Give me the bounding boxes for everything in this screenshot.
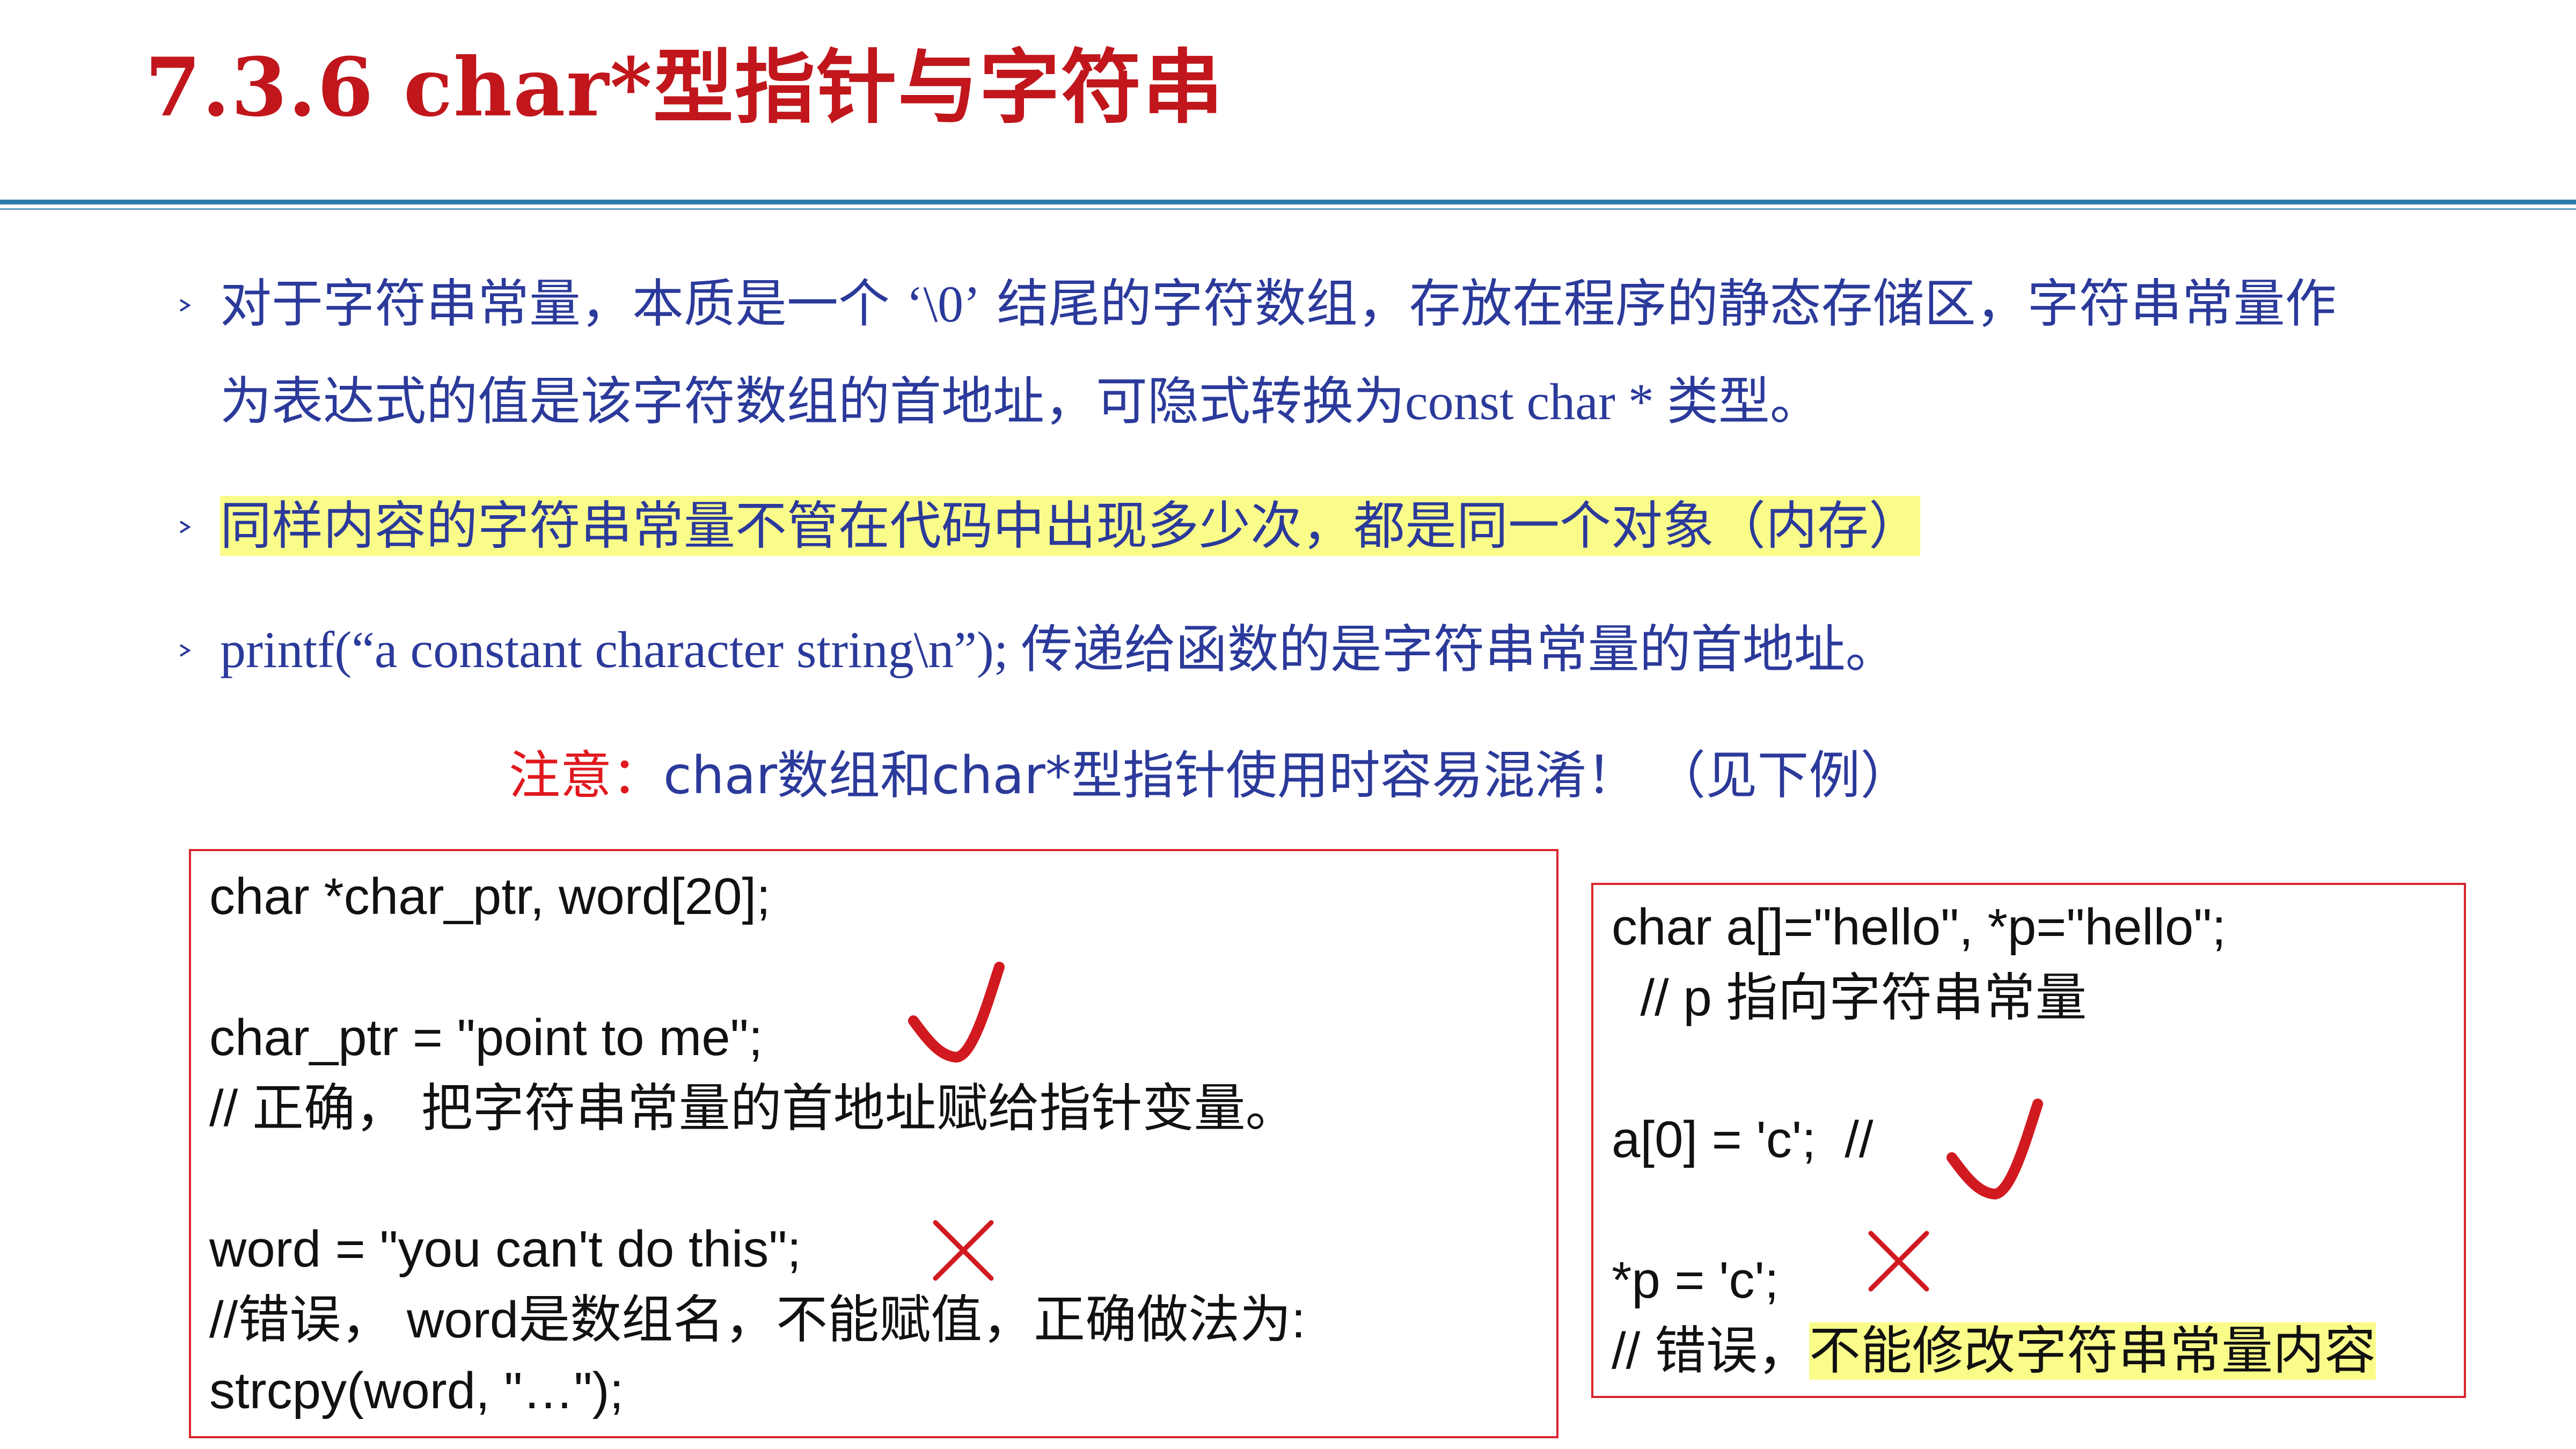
highlighted-text: 同样内容的字符串常量不管在代码中出现多少次，都是同一个对象（内存） xyxy=(220,496,1920,556)
bullet-2-text: 同样内容的字符串常量不管在代码中出现多少次，都是同一个对象（内存） xyxy=(220,494,1920,558)
check-mark-icon xyxy=(907,961,1009,1065)
code-line: *p = 'c'; xyxy=(1612,1252,1779,1309)
code-line: word = "you can't do this"; xyxy=(209,1220,802,1278)
cross-mark-icon xyxy=(1867,1229,1931,1296)
slide-title: 7.3.6 char*型指针与字符串 xyxy=(145,40,1224,135)
bullet-1-line-1: 对于字符串常量，本质是一个 ‘\0’ 结尾的字符数组，存放在程序的静态存储区，字… xyxy=(220,274,2337,334)
code-comment: // p 指向字符串常量 xyxy=(1612,969,2087,1027)
code-line: char *char_ptr, word[20]; xyxy=(209,868,771,925)
cross-mark-icon xyxy=(931,1218,996,1285)
code-line: a[0] = 'c'; // xyxy=(1612,1111,1874,1168)
bullet-3-text: printf(“a constant character string\n”);… xyxy=(220,619,1897,679)
code-comment: //错误， word是数组名，不能赋值，正确做法为: xyxy=(209,1291,1306,1349)
highlighted-text: 不能修改字符串常量内容 xyxy=(1809,1322,2376,1380)
chevron-right-icon xyxy=(177,643,192,658)
note-text: char数组和char*型指针使用时容易混淆！ （见下例） xyxy=(663,745,1912,806)
warning-note: 注意：char数组和char*型指针使用时容易混淆！ （见下例） xyxy=(509,743,1912,808)
code-line: strcpy(word, "…"); xyxy=(209,1362,624,1419)
code-line: char a[]="hello", *p="hello"; xyxy=(1612,898,2227,956)
note-label: 注意： xyxy=(509,745,663,806)
check-mark-icon xyxy=(1945,1097,2047,1202)
title-divider xyxy=(0,200,2576,204)
code-comment: // 错误，不能修改字符串常量内容 xyxy=(1612,1322,2376,1380)
code-comment: // 正确， 把字符串常量的首地址赋给指针变量。 xyxy=(209,1080,1297,1137)
code-line: char_ptr = "point to me"; xyxy=(209,1009,763,1066)
chevron-right-icon xyxy=(177,519,192,535)
chevron-right-icon xyxy=(177,298,192,313)
title-divider-thin xyxy=(0,208,2576,210)
bullet-1-line-2: 为表达式的值是该字符数组的首地址，可隐式转换为const char * 类型。 xyxy=(220,371,1821,431)
